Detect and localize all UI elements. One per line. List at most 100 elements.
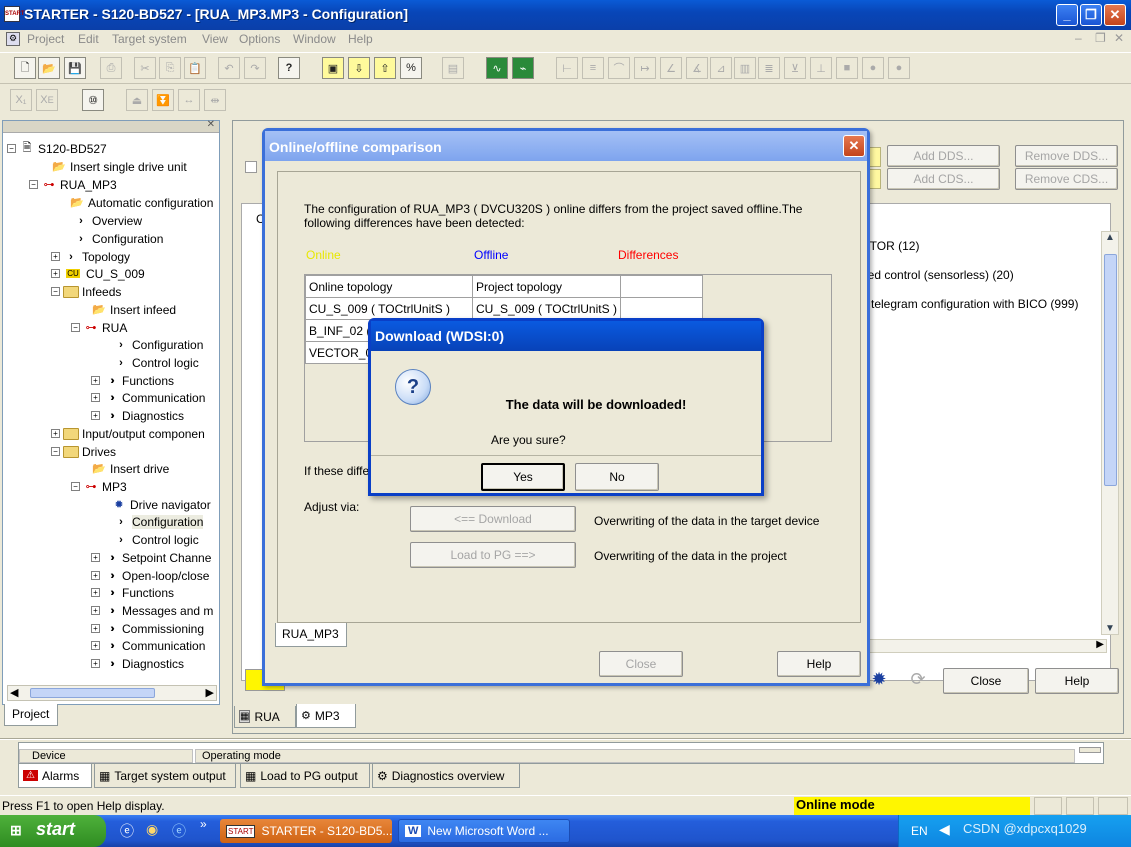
tree-item-mp3-configuration[interactable]: › Configuration (113, 513, 204, 530)
minimize-button[interactable]: _ (1056, 4, 1078, 26)
tree-item-mp3-communication[interactable]: + ›› Communication (91, 637, 205, 654)
tab-diagnostics-overview[interactable]: ⚙ Diagnostics overview (372, 764, 520, 788)
tree-item-commissioning[interactable]: + ›› Commissioning (91, 620, 204, 637)
undo-icon[interactable]: ↶ (218, 57, 240, 79)
tab-target-system-output[interactable]: ▦ Target system output (94, 764, 236, 788)
tool-icon-12[interactable]: ■ (836, 57, 858, 79)
tree-item-insert-drive-unit[interactable]: 📂 Insert single drive unit (51, 158, 187, 175)
tool-icon-14[interactable]: ● (888, 57, 910, 79)
tool-icon-7[interactable]: ⊿ (710, 57, 732, 79)
copy-ram-rom-icon[interactable]: ▤ (442, 57, 464, 79)
paste-icon[interactable]: 📋 (184, 57, 206, 79)
load-to-pg-icon[interactable]: ⇧ (374, 57, 396, 79)
quicklaunch-browser-icon[interactable]: ⓔ (172, 821, 186, 841)
tree-item-rua-control-logic[interactable]: › Control logic (113, 354, 199, 371)
print-icon[interactable]: ⎙ (100, 57, 122, 79)
tree-item-rua-functions[interactable]: + ›› Functions (91, 372, 174, 389)
table-row[interactable]: CU_S_009 ( TOCtrlUnitS ) CU_S_009 ( TOCtr… (305, 297, 703, 320)
tool-icon-6[interactable]: ∡ (686, 57, 708, 79)
save-icon[interactable]: 💾 (64, 57, 86, 79)
tree-item-messages[interactable]: + ›› Messages and m (91, 602, 213, 619)
redo-icon[interactable]: ↷ (244, 57, 266, 79)
tool-icon-10[interactable]: ⊻ (784, 57, 806, 79)
scroll-left-icon[interactable]: ◀ (10, 686, 18, 699)
tree-item-mp3-control-logic[interactable]: › Control logic (113, 531, 199, 548)
title-bar[interactable]: START STARTER - S120-BD527 - [RUA_MP3.MP… (0, 0, 1131, 30)
workspace-hscrollbar[interactable]: ▶ (867, 639, 1107, 653)
remove-cds-button[interactable]: Remove CDS... (1015, 168, 1118, 190)
tool-icon-13[interactable]: ● (862, 57, 884, 79)
close-window-button[interactable]: ✕ (1104, 4, 1126, 26)
tab-alarms[interactable]: ⚠ Alarms (18, 764, 92, 788)
mdi-close-icon[interactable]: ✕ (1114, 31, 1124, 45)
mdi-restore-icon[interactable]: ❐ (1095, 31, 1106, 45)
tree-item-cu-s-009[interactable]: + CU CU_S_009 (51, 265, 145, 282)
tool-icon-5[interactable]: ∠ (660, 57, 682, 79)
tree-item-mp3-functions[interactable]: + ›› Functions (91, 584, 174, 601)
tree-item-rua-communication[interactable]: + ›› Communication (91, 389, 205, 406)
tab-rua-mp3[interactable]: RUA_MP3 (275, 623, 347, 647)
device-up-icon[interactable]: ⏏ (126, 89, 148, 111)
workspace-close-button[interactable]: Close (943, 668, 1029, 694)
tree-item-insert-drive[interactable]: 📂 Insert drive (91, 460, 169, 477)
tree-item-drives[interactable]: − Drives (51, 443, 116, 460)
menu-edit[interactable]: Edit (78, 32, 99, 46)
refresh-icon[interactable]: ⟳ (905, 669, 931, 693)
scroll-up-icon[interactable]: ▲ (1105, 232, 1115, 243)
download-title-bar[interactable]: Download (WDSI:0) (371, 321, 761, 351)
connect-icon[interactable]: ↔ (178, 89, 200, 111)
scroll-right-icon[interactable]: ▶ (1096, 639, 1104, 650)
download-button[interactable]: <== Download (410, 506, 576, 532)
tree-item-open-loop[interactable]: + ›› Open-loop/close (91, 567, 209, 584)
menu-target-system[interactable]: Target system (112, 32, 187, 46)
tool-icon-1[interactable]: ⊢ (556, 57, 578, 79)
comparison-close-button[interactable]: Close (599, 651, 683, 677)
tree-item-overview[interactable]: › Overview (73, 212, 142, 229)
tree-item-topology[interactable]: + › Topology (51, 248, 130, 265)
new-icon[interactable]: 🗋 (14, 57, 36, 79)
quicklaunch-more-icon[interactable]: » (200, 817, 207, 831)
tree-item-project[interactable]: − 🗎 S120-BD527 (7, 140, 107, 157)
starter-app-icon[interactable]: START (4, 6, 25, 22)
tree-item-configuration[interactable]: › Configuration (73, 230, 163, 247)
device-down-icon[interactable]: ⏬ (152, 89, 174, 111)
tree-item-mp3[interactable]: − ⊶ MP3 (71, 478, 127, 495)
tree-item-setpoint-channel[interactable]: + ›› Setpoint Channe (91, 549, 211, 566)
tree-hscrollbar[interactable]: ◀ ▶ (7, 685, 217, 701)
tool-icon-9[interactable]: ≣ (758, 57, 780, 79)
navigator-close-icon[interactable]: ✕ (207, 119, 215, 130)
load-to-pg-button[interactable]: Load to PG ==> (410, 542, 576, 568)
tree-item-mp3-diagnostics[interactable]: + ›› Diagnostics (91, 655, 184, 672)
tree-item-rua-mp3[interactable]: − ⊶ RUA_MP3 (29, 176, 117, 193)
tree-item-rua-diagnostics[interactable]: + ›› Diagnostics (91, 407, 184, 424)
scroll-right-icon[interactable]: ▶ (206, 686, 214, 699)
quicklaunch-ie-icon[interactable]: ⓔ (120, 821, 134, 841)
tree-item-io-components[interactable]: + Input/output componen (51, 425, 205, 442)
download-project-icon[interactable]: ⇩ (348, 57, 370, 79)
tool-icon-8[interactable]: ▥ (734, 57, 756, 79)
task-word[interactable]: W New Microsoft Word ... (398, 819, 570, 843)
tree-item-rua-configuration[interactable]: › Configuration (113, 336, 203, 353)
disconnect-icon[interactable]: ⇹ (204, 89, 226, 111)
tree-item-drive-navigator[interactable]: ✹ Drive navigator (111, 496, 210, 513)
help-context-icon[interactable]: ? (278, 57, 300, 79)
workspace-vscrollbar[interactable]: ▲ ▼ (1101, 231, 1119, 635)
tray-arrow-icon[interactable]: ◀ (939, 821, 950, 838)
comparison-help-button[interactable]: Help (777, 651, 861, 677)
quicklaunch-media-icon[interactable]: ◉ (146, 821, 158, 838)
menu-view[interactable]: View (202, 32, 228, 46)
tab-load-to-pg-output[interactable]: ▦ Load to PG output (240, 764, 370, 788)
window-tab-mp3[interactable]: ⚙ MP3 (296, 704, 356, 728)
add-cds-button[interactable]: Add CDS... (887, 168, 1000, 190)
comparison-title-bar[interactable]: Online/offline comparison ✕ (265, 131, 867, 161)
open-icon[interactable]: 📂 (38, 57, 60, 79)
menu-options[interactable]: Options (239, 32, 280, 46)
cut-icon[interactable]: ✂ (134, 57, 156, 79)
task-starter[interactable]: START STARTER - S120-BD5... (220, 819, 392, 843)
column-device[interactable]: Device (19, 749, 193, 763)
no-button[interactable]: No (575, 463, 659, 491)
menu-help[interactable]: Help (348, 32, 373, 46)
tool-icon-2[interactable]: ≡ (582, 57, 604, 79)
start-button[interactable]: ⊞ start (0, 815, 106, 847)
mdi-minimize-icon[interactable]: – (1075, 31, 1082, 45)
